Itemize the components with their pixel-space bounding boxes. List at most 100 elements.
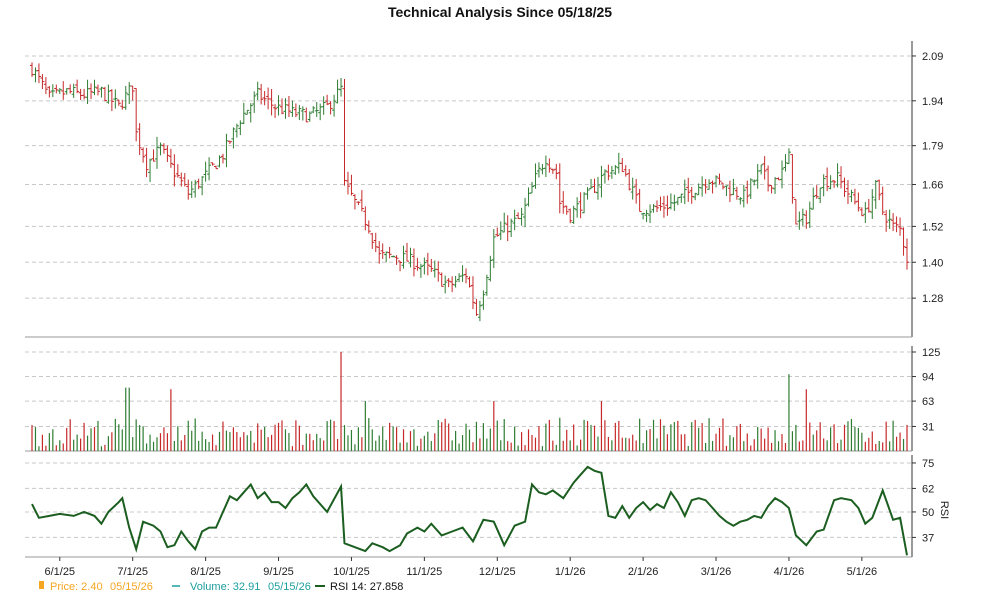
price-bar (495, 227, 500, 237)
chart-legend: Price: 2.40 05/15/26 Volume: 32.91 05/15… (39, 581, 403, 593)
price-bar (214, 165, 219, 170)
price-bar (800, 208, 805, 226)
price-tick-label: 2.09 (922, 51, 943, 63)
price-bar (99, 86, 104, 98)
price-bar (266, 87, 271, 110)
price-bar (766, 165, 771, 192)
price-legend-date: 05/15/26 (110, 581, 153, 593)
price-bar (314, 101, 319, 118)
price-bar (891, 213, 896, 232)
price-bar (773, 177, 778, 194)
price-bar (724, 185, 729, 197)
price-bar (616, 152, 621, 174)
price-bar (589, 178, 594, 190)
price-bar (540, 163, 545, 175)
technical-analysis-chart: Technical Analysis Since 05/18/25 2.09 1.… (25, 4, 950, 593)
price-bar (36, 63, 41, 84)
price-bar (241, 102, 246, 125)
price-bar (828, 175, 833, 190)
rsi-tick-label: 50 (922, 507, 934, 519)
price-bar (311, 106, 316, 114)
price-bar (536, 162, 541, 178)
price-bar (595, 176, 600, 200)
price-bar (863, 201, 868, 223)
price-bar (693, 192, 698, 201)
price-bar (776, 177, 781, 181)
price-bar (325, 94, 330, 106)
price-bar (113, 89, 118, 109)
price-bar (519, 207, 524, 226)
price-bar (276, 95, 281, 116)
price-bar (481, 290, 486, 310)
price-bar (554, 163, 559, 180)
price-bar (200, 176, 205, 196)
chart-stage: Technical Analysis Since 05/18/25 2.09 1.… (0, 0, 1000, 600)
price-bar (759, 164, 764, 175)
price-bar (436, 261, 441, 282)
price-bar (839, 166, 844, 189)
price-tick-label: 1.94 (922, 96, 943, 108)
price-bar (161, 143, 166, 154)
x-tick-label: 2/1/26 (628, 566, 659, 578)
price-bar (405, 242, 409, 262)
price-bar (71, 83, 76, 98)
price-bar (786, 148, 791, 165)
price-bar (450, 276, 455, 293)
price-bar (821, 174, 826, 197)
rsi-panel (31, 465, 908, 556)
price-bar (446, 278, 451, 288)
price-bar (370, 232, 375, 249)
price-tick-label: 1.66 (922, 180, 943, 192)
price-bar (252, 91, 257, 113)
price-bar (668, 193, 673, 210)
price-bar (332, 94, 337, 117)
price-bar (530, 181, 534, 194)
x-tick-label: 12/1/25 (479, 566, 516, 578)
x-tick-label: 9/1/25 (263, 566, 294, 578)
price-bar (734, 186, 739, 200)
price-bar (488, 255, 493, 282)
price-bar (321, 96, 326, 115)
price-bar (655, 200, 659, 213)
price-bar (516, 212, 521, 220)
price-bar (175, 164, 180, 178)
price-bar (328, 101, 333, 115)
price-bar (182, 173, 187, 187)
x-tick-label: 6/1/25 (44, 566, 75, 578)
price-bar (339, 78, 344, 97)
price-bar (293, 103, 298, 118)
price-legend-label: Price: 2.40 (50, 581, 103, 593)
price-bar (842, 177, 847, 197)
price-bar (366, 220, 371, 234)
price-bar (609, 165, 614, 179)
price-bar (825, 167, 830, 192)
price-bar (273, 104, 278, 118)
price-bar (498, 221, 503, 241)
price-bar (585, 187, 590, 200)
price-bar (158, 142, 163, 156)
price-bar (335, 79, 340, 104)
x-tick-label: 1/1/26 (555, 566, 586, 578)
price-bar (297, 105, 302, 121)
price-bar (259, 83, 264, 105)
price-bar (901, 227, 906, 256)
price-bar (349, 174, 354, 196)
price-bar (234, 123, 239, 138)
price-bar (40, 74, 45, 90)
price-bar (387, 246, 392, 259)
volume-legend-date: 05/15/26 (268, 581, 311, 593)
x-tick-label: 8/1/25 (190, 566, 221, 578)
price-bar (439, 272, 444, 287)
price-bar (582, 192, 587, 214)
price-bar (68, 84, 73, 94)
price-bar (627, 169, 632, 191)
price-bar (686, 177, 691, 202)
price-bar (415, 257, 420, 271)
price-bar (64, 88, 69, 95)
price-bar (818, 187, 823, 204)
price-bar (793, 198, 798, 225)
price-bar (700, 176, 705, 197)
price-bar (852, 188, 857, 205)
price-bar (748, 178, 753, 200)
price-bar (89, 83, 94, 100)
